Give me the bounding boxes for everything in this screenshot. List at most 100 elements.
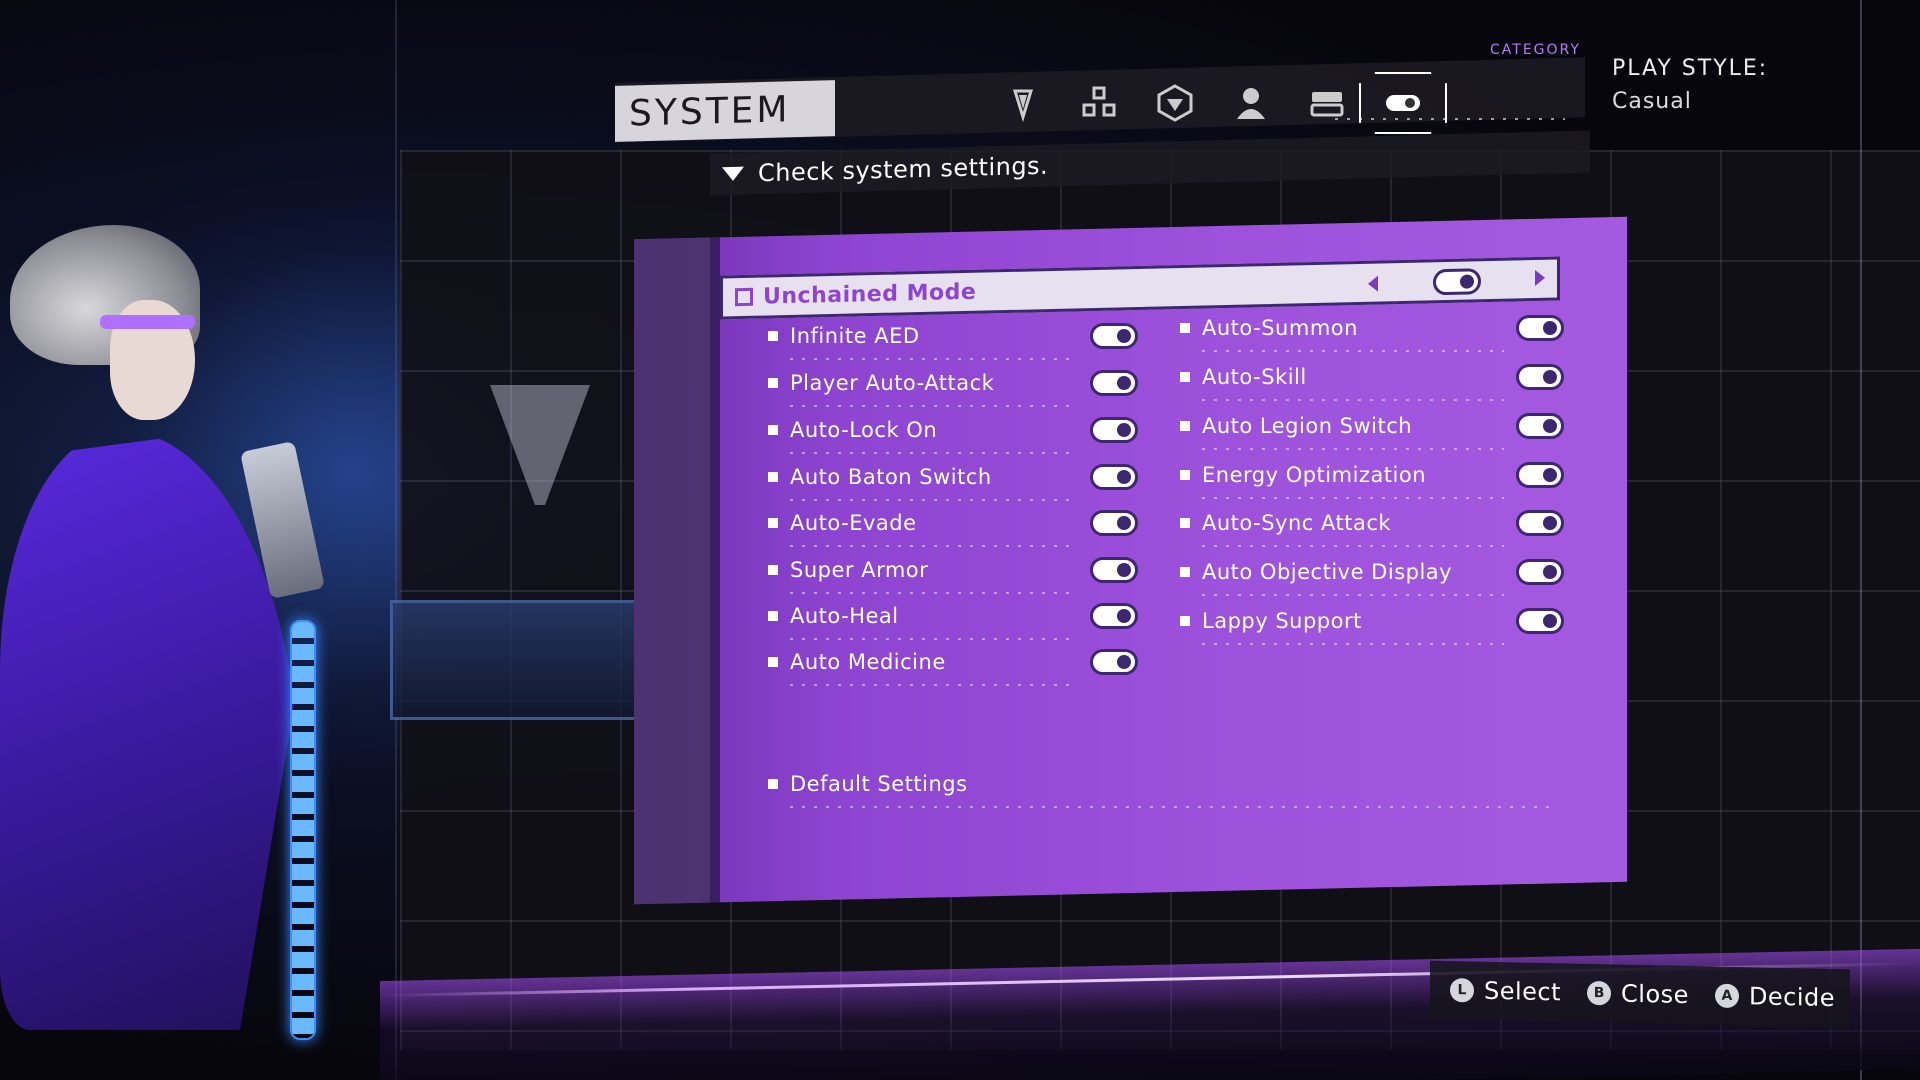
row-divider <box>1202 594 1504 596</box>
toggle-switch[interactable] <box>1090 510 1138 536</box>
setting-label: Unchained Mode <box>763 279 977 310</box>
play-style-value: Casual <box>1612 89 1692 114</box>
toggle-switch[interactable] <box>1433 268 1481 296</box>
toggle-switch[interactable] <box>1516 413 1564 439</box>
setting-label: Super Armor <box>790 558 929 582</box>
l-stick-icon: L <box>1450 978 1474 1003</box>
tab-files[interactable] <box>1289 78 1365 128</box>
setting-label: Auto Objective Display <box>1202 560 1453 584</box>
setting-row[interactable]: Auto Legion Switch <box>1180 410 1564 450</box>
toggle-switch[interactable] <box>1090 649 1138 675</box>
setting-row[interactable]: Lappy Support <box>1180 605 1564 645</box>
close-prompt[interactable]: B Close <box>1587 979 1689 1009</box>
bullet-square-icon <box>768 518 778 528</box>
setting-row[interactable]: Auto-Heal <box>768 600 1138 640</box>
toggle-switch[interactable] <box>1090 603 1138 629</box>
arrow-left-icon[interactable] <box>1368 275 1378 292</box>
setting-label: Auto Baton Switch <box>790 465 992 489</box>
tab-system[interactable] <box>1365 78 1441 128</box>
bullet-square-icon <box>768 425 778 435</box>
button-prompts: L Select B Close A Decide <box>1430 960 1850 1028</box>
bullet-square-icon <box>1180 616 1190 626</box>
toggle-switch[interactable] <box>1516 462 1564 488</box>
decide-prompt[interactable]: A Decide <box>1714 982 1836 1013</box>
row-divider <box>790 452 1078 454</box>
tab-legion[interactable] <box>1137 78 1213 128</box>
tab-character[interactable] <box>1213 78 1289 128</box>
tab-items[interactable] <box>1061 78 1137 128</box>
arrow-right-icon[interactable] <box>1535 269 1545 287</box>
row-divider <box>790 545 1078 547</box>
setting-row[interactable]: Auto-Skill <box>1180 361 1564 401</box>
setting-row[interactable]: Energy Optimization <box>1180 459 1564 499</box>
shield-emblem-icon <box>1157 84 1193 122</box>
row-divider <box>1202 448 1504 450</box>
toggle-switch[interactable] <box>1090 370 1138 396</box>
setting-row[interactable]: Auto-Evade <box>768 507 1138 547</box>
setting-label: Lappy Support <box>1202 609 1362 633</box>
page-title: SYSTEM <box>629 88 791 135</box>
toggle-switch[interactable] <box>1090 464 1138 490</box>
sword-icon <box>1012 89 1034 123</box>
toggle-switch[interactable] <box>1516 364 1564 390</box>
play-style-indicator: PLAY STYLE: Casual <box>1612 56 1768 114</box>
row-divider <box>1202 399 1504 401</box>
page-title-box: SYSTEM <box>615 80 835 142</box>
row-divider <box>790 405 1078 407</box>
triangle-down-icon <box>722 166 744 182</box>
bullet-square-icon <box>768 657 778 667</box>
tab-weapon[interactable] <box>985 78 1061 128</box>
b-button-icon: B <box>1587 980 1612 1006</box>
setting-row[interactable]: Infinite AED <box>768 320 1138 360</box>
row-divider <box>790 806 1558 808</box>
toggle-switch[interactable] <box>1516 510 1564 536</box>
bullet-square-icon <box>1180 567 1190 577</box>
character-portrait <box>0 200 400 1080</box>
setting-row[interactable]: Auto Objective Display <box>1180 556 1564 596</box>
setting-row[interactable]: Auto-Sync Attack <box>1180 507 1564 547</box>
setting-row[interactable]: Auto-Lock On <box>768 414 1138 454</box>
prompt-label: Decide <box>1748 982 1836 1013</box>
toggle-switch[interactable] <box>1516 315 1564 341</box>
bullet-square-icon <box>1180 470 1190 480</box>
bullet-square-icon <box>768 779 778 789</box>
row-divider <box>1202 545 1504 547</box>
setting-label: Energy Optimization <box>1202 463 1427 487</box>
bullet-square-icon <box>768 378 778 388</box>
setting-row[interactable]: Auto Baton Switch <box>768 461 1138 501</box>
panel-left-strip <box>634 237 712 905</box>
bullet-square-icon <box>1180 518 1190 528</box>
row-divider <box>790 499 1078 501</box>
setting-row[interactable]: Auto-Summon <box>1180 312 1564 352</box>
setting-label: Auto Medicine <box>790 650 946 674</box>
toggle-switch[interactable] <box>1090 417 1138 443</box>
toggle-switch[interactable] <box>1090 323 1138 349</box>
toggle-switch[interactable] <box>1090 557 1138 583</box>
bullet-square-icon <box>768 565 778 575</box>
grid-icon <box>1082 86 1116 117</box>
toggle-icon <box>1386 95 1420 111</box>
toggle-switch[interactable] <box>1516 559 1564 585</box>
category-label: CATEGORY <box>1490 42 1581 58</box>
setting-label: Auto-Sync Attack <box>1202 511 1392 535</box>
toggle-switch[interactable] <box>1516 608 1564 634</box>
row-divider <box>790 358 1078 360</box>
setting-label: Auto Legion Switch <box>1202 414 1413 438</box>
bullet-square-icon <box>768 611 778 621</box>
person-icon <box>1237 88 1265 119</box>
row-divider <box>1202 350 1504 352</box>
row-divider <box>1202 497 1504 499</box>
selected-square-icon <box>735 287 753 307</box>
bullet-square-icon <box>1180 323 1190 333</box>
card-icon <box>1310 92 1344 117</box>
setting-row[interactable]: Super Armor <box>768 554 1138 594</box>
character-glasses <box>100 315 195 329</box>
default-settings-button[interactable]: Default Settings <box>768 768 1568 808</box>
page-description: Check system settings. <box>758 151 1049 188</box>
setting-row[interactable]: Player Auto-Attack <box>768 367 1138 407</box>
setting-row[interactable]: Auto Medicine <box>768 646 1138 686</box>
bullet-square-icon <box>768 331 778 341</box>
select-prompt[interactable]: L Select <box>1450 976 1561 1006</box>
bullet-square-icon <box>1180 372 1190 382</box>
bullet-square-icon <box>768 472 778 482</box>
